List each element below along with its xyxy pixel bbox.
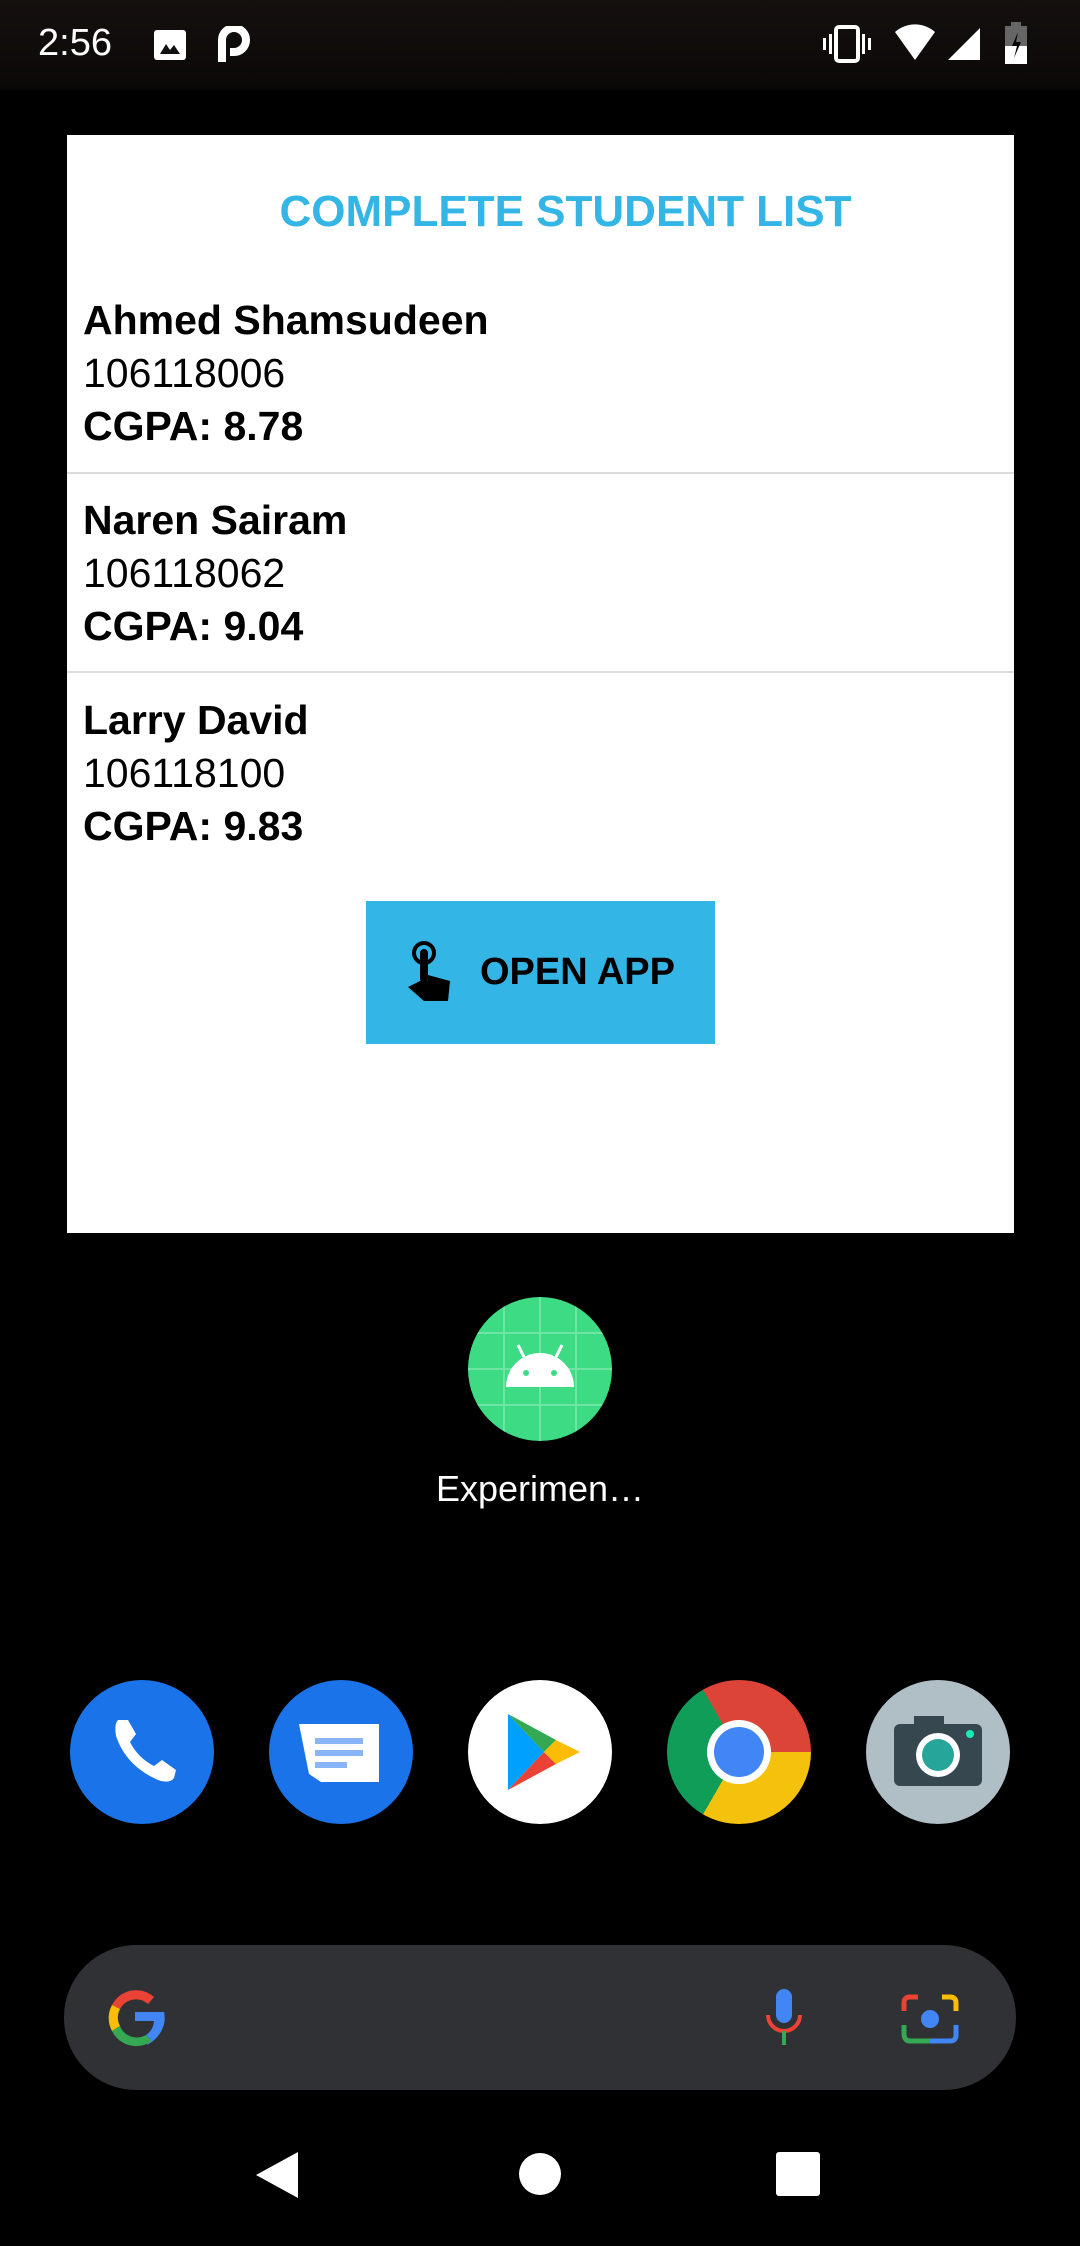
widget-title: COMPLETE STUDENT LIST [279,187,852,236]
student-list-item[interactable]: Larry David 106118100 CGPA: 9.83 [67,697,1014,897]
messages-icon[interactable] [269,1680,413,1824]
google-icon [108,1990,165,2047]
vibrate-icon [823,25,871,63]
mic-icon[interactable] [762,1987,806,2049]
camera-icon[interactable] [866,1680,1010,1824]
student-id: 106118062 [83,550,286,596]
play-store-icon[interactable] [468,1680,612,1824]
wifi-icon [895,24,935,60]
student-name: Larry David [83,697,309,743]
google-search-bar[interactable] [64,1945,1016,2090]
student-name: Naren Sairam [83,497,348,543]
experiment-app-icon[interactable] [468,1297,612,1441]
phone-icon[interactable] [70,1680,214,1824]
signal-icon [948,28,980,60]
android-icon [468,1297,612,1441]
divider [67,472,1014,474]
image-notification-icon [154,30,186,60]
open-app-button[interactable]: OPEN APP [366,901,715,1044]
student-cgpa: CGPA: 8.78 [83,403,304,449]
open-app-label: OPEN APP [480,951,675,993]
app-label: Experimen… [435,1468,645,1509]
parking-app-icon [218,26,250,62]
recents-button[interactable] [776,2152,820,2196]
student-cgpa: CGPA: 9.83 [83,803,304,849]
status-bar: 2:56 [0,0,1080,90]
student-name: Ahmed Shamsudeen [83,297,489,343]
student-cgpa: CGPA: 9.04 [83,603,304,649]
student-list-item[interactable]: Naren Sairam 106118062 CGPA: 9.04 [67,497,1014,697]
chrome-icon[interactable] [667,1680,811,1824]
student-list-widget: COMPLETE STUDENT LIST Ahmed Shamsudeen 1… [67,135,1014,1233]
lens-icon[interactable] [900,1989,960,2047]
student-id: 106118006 [83,350,286,396]
battery-charging-icon [1005,22,1027,64]
clock: 2:56 [38,22,112,64]
back-button[interactable] [254,2150,300,2200]
divider [67,671,1014,673]
touch-hand-icon [408,940,450,1001]
student-id: 106118100 [83,750,286,796]
student-list-item[interactable]: Ahmed Shamsudeen 106118006 CGPA: 8.78 [67,297,1014,497]
home-button[interactable] [518,2152,562,2196]
